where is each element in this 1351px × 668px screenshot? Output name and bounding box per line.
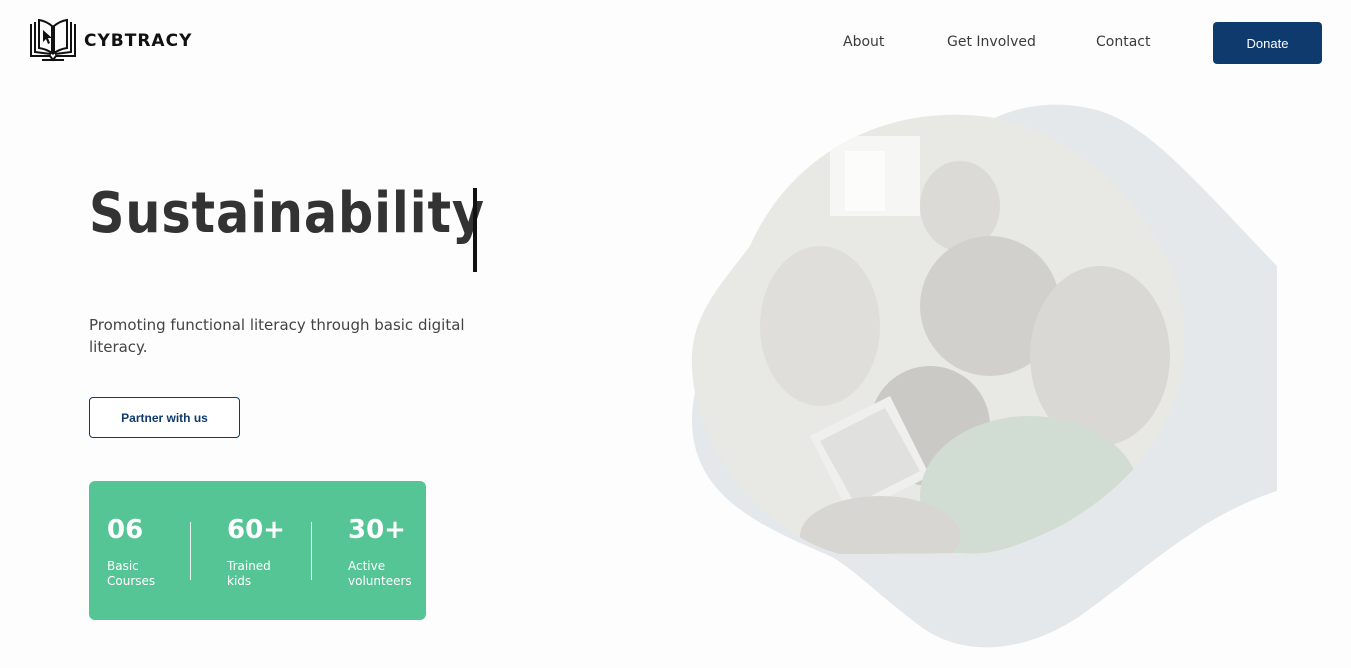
- stat-value: 06: [107, 515, 144, 545]
- open-book-cursor-icon: [28, 18, 78, 64]
- stat-divider: [190, 522, 191, 580]
- stat-label: Active volunteers: [348, 559, 412, 588]
- nav-about[interactable]: About: [843, 34, 884, 50]
- stat-courses: 06 Basic Courses: [107, 517, 177, 589]
- hero-image-blob: [680, 96, 1280, 656]
- site-header: CYBTRACY About Get Involved Contact Dona…: [0, 0, 1351, 86]
- nav-contact[interactable]: Contact: [1096, 34, 1150, 50]
- nav-get-involved[interactable]: Get Involved: [947, 34, 1036, 50]
- stat-volunteers: 30+ Active volunteers: [348, 517, 418, 589]
- donate-button[interactable]: Donate: [1213, 22, 1322, 64]
- stat-divider: [311, 522, 312, 580]
- brand-name: CYBTRACY: [84, 31, 193, 51]
- typing-caret: [473, 188, 477, 272]
- hero-title: Sustainability: [89, 181, 485, 246]
- stats-card: 06 Basic Courses 60+ Trained kids 30+ Ac…: [89, 481, 426, 620]
- partner-button[interactable]: Partner with us: [89, 397, 240, 438]
- stat-value: 60+: [227, 515, 285, 545]
- hero-subtitle: Promoting functional literacy through ba…: [89, 316, 465, 356]
- stat-kids: 60+ Trained kids: [227, 517, 297, 589]
- stat-value: 30+: [348, 515, 406, 545]
- stat-label: Trained kids: [227, 559, 271, 588]
- brand-logo[interactable]: CYBTRACY: [28, 18, 192, 64]
- stat-label: Basic Courses: [107, 559, 156, 588]
